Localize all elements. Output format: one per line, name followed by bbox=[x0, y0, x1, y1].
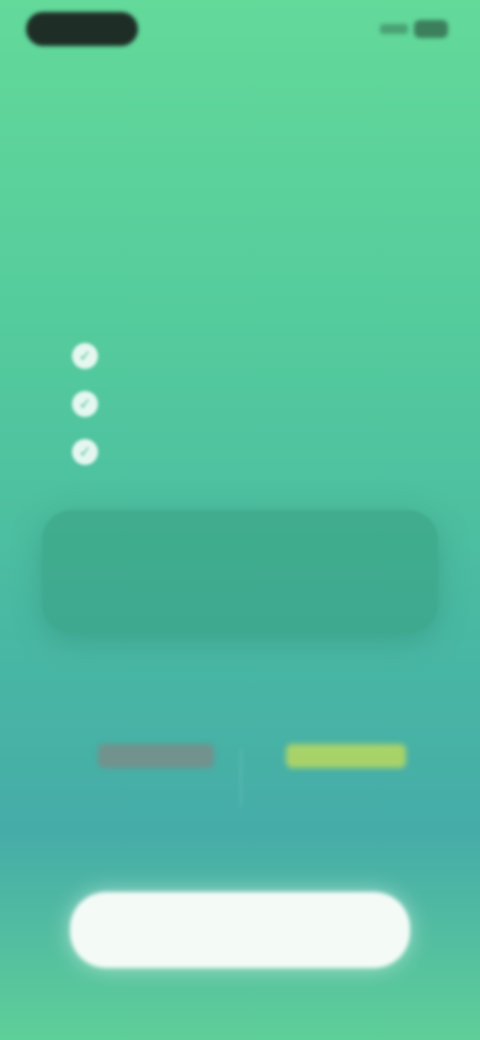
option-left-bar bbox=[98, 744, 214, 768]
option-divider bbox=[240, 748, 242, 808]
signal-icon bbox=[380, 24, 408, 34]
feature-item: ✓ bbox=[72, 332, 412, 380]
battery-icon bbox=[414, 20, 448, 38]
status-pill bbox=[26, 12, 138, 46]
continue-button[interactable] bbox=[70, 892, 410, 968]
option-right-bar bbox=[286, 744, 406, 768]
option-right[interactable] bbox=[270, 744, 420, 814]
option-left[interactable] bbox=[70, 744, 240, 814]
feature-item: ✓ bbox=[72, 380, 412, 428]
feature-item: ✓ bbox=[72, 428, 412, 476]
check-icon: ✓ bbox=[72, 439, 98, 465]
feature-list: ✓ ✓ ✓ bbox=[72, 332, 412, 476]
plan-card[interactable] bbox=[42, 510, 438, 634]
status-bar bbox=[0, 0, 480, 60]
check-icon: ✓ bbox=[72, 343, 98, 369]
status-icons bbox=[362, 20, 448, 38]
check-icon: ✓ bbox=[72, 391, 98, 417]
